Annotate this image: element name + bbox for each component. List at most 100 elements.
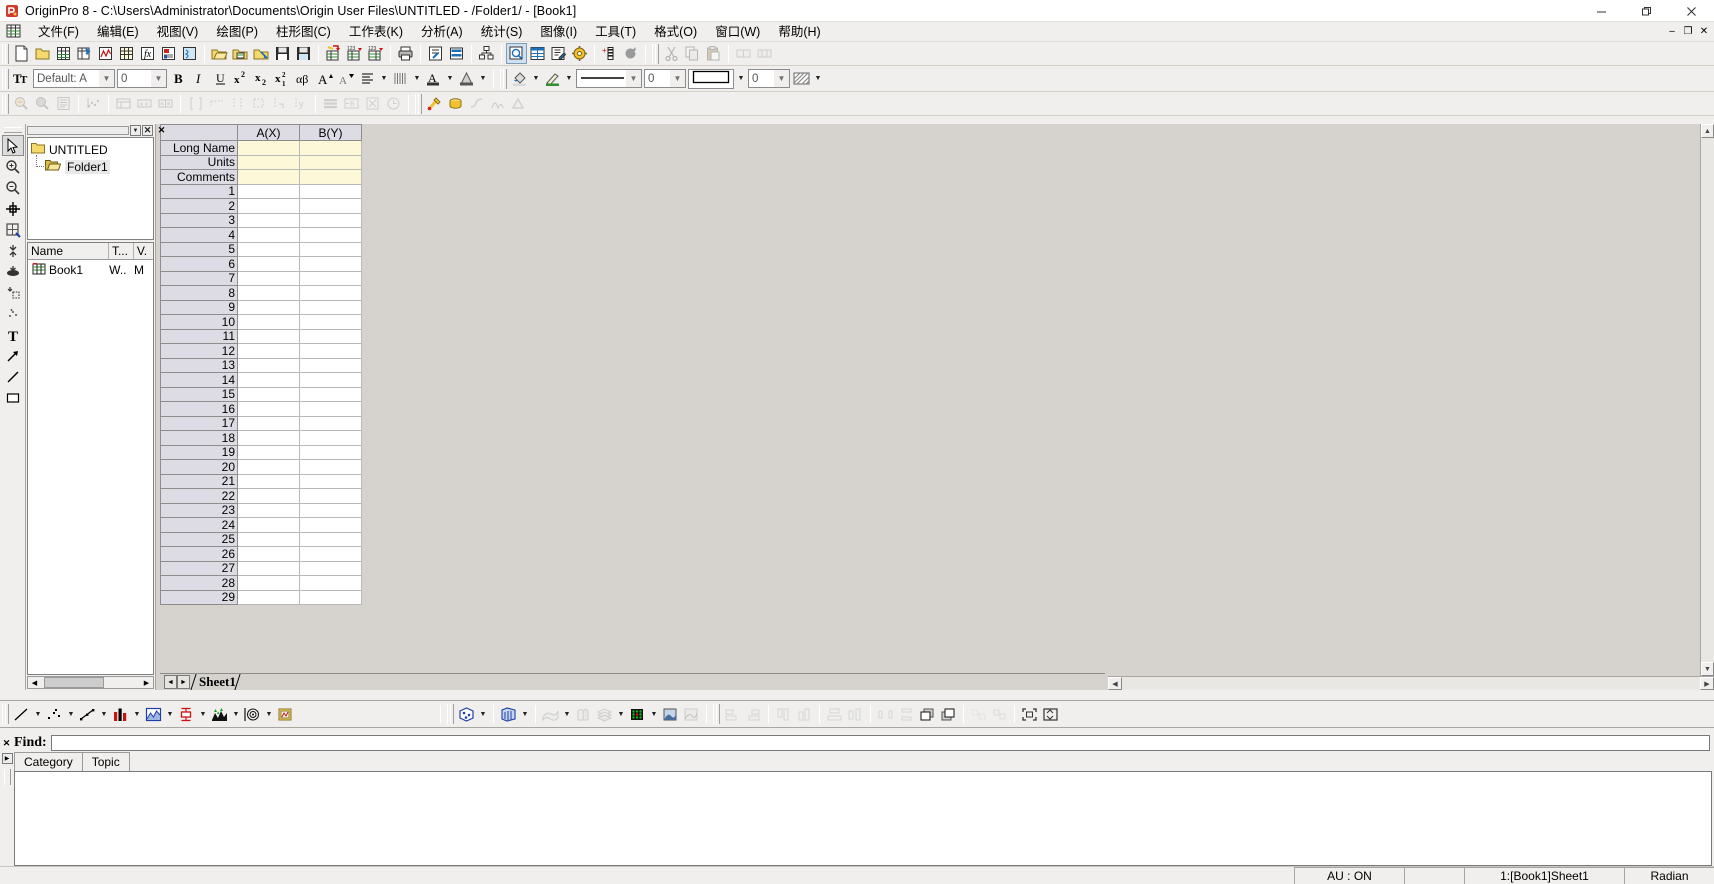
- menu-window[interactable]: 窗口(W): [706, 23, 769, 41]
- close-button[interactable]: [1669, 0, 1714, 22]
- new-project-icon[interactable]: [11, 43, 32, 64]
- scroll-left-icon[interactable]: ◀: [28, 677, 41, 688]
- set-as-y-icon[interactable]: [227, 93, 248, 114]
- worksheet-cell[interactable]: [238, 446, 300, 461]
- sheet-tab-next-icon[interactable]: ►: [177, 675, 190, 689]
- set-as-z-icon[interactable]: [248, 93, 269, 114]
- worksheet-grid[interactable]: A(X) B(Y) Long Name Units: [160, 124, 1105, 673]
- worksheet-cell[interactable]: [238, 431, 300, 446]
- refresh-icon[interactable]: [620, 43, 641, 64]
- worksheet-cell[interactable]: [238, 489, 300, 504]
- fit-page-to-layers-icon[interactable]: [1019, 704, 1040, 725]
- worksheet-row-header[interactable]: 9: [160, 301, 238, 316]
- layer-management-icon[interactable]: [476, 43, 497, 64]
- sheet-tab-prev-icon[interactable]: ◄: [164, 675, 177, 689]
- rectangle-tool[interactable]: [2, 387, 24, 408]
- 3d-wire-surface-icon[interactable]: [573, 704, 594, 725]
- worksheet-cell[interactable]: [238, 562, 300, 577]
- explorer-col-name[interactable]: Name: [28, 243, 109, 259]
- data-reader-tool[interactable]: [2, 219, 24, 240]
- worksheet-cell[interactable]: [300, 199, 362, 214]
- explorer-col-type[interactable]: T...: [109, 243, 134, 259]
- project-explorer-icon[interactable]: [425, 43, 446, 64]
- set-as-binary-icon[interactable]: B: [341, 93, 362, 114]
- quick-sigmoidal-fit-icon[interactable]: [466, 93, 487, 114]
- underline-button[interactable]: U: [210, 68, 231, 89]
- set-as-xerror-icon[interactable]: [269, 93, 290, 114]
- 3d-toolbar-grip[interactable]: [447, 704, 454, 724]
- toolbar-grip-2[interactable]: [652, 44, 659, 64]
- menu-view[interactable]: 视图(V): [148, 23, 208, 41]
- mdi-maximize-button[interactable]: ❐: [1680, 23, 1696, 39]
- line-color-dropdown-arrow-icon[interactable]: ▼: [563, 69, 575, 89]
- tools-palette-grip[interactable]: [4, 127, 22, 133]
- format-toolbar-grip[interactable]: [2, 69, 9, 89]
- copy-icon[interactable]: [682, 43, 703, 64]
- worksheet-col-a[interactable]: A(X): [238, 124, 300, 141]
- explorer-col-view[interactable]: V.: [134, 243, 153, 259]
- worksheet-cell[interactable]: [238, 228, 300, 243]
- line-spacing-button[interactable]: [390, 68, 411, 89]
- 3d-bar-dropdown-arrow-icon[interactable]: ▼: [519, 704, 531, 724]
- worksheet-cell[interactable]: [300, 562, 362, 577]
- find-tab-category[interactable]: Category: [14, 752, 83, 771]
- worksheet-cell[interactable]: [300, 315, 362, 330]
- workbook-close-icon[interactable]: ✕: [156, 125, 167, 136]
- worksheet-cell[interactable]: [238, 344, 300, 359]
- text-fx-button[interactable]: [456, 68, 477, 89]
- increase-font-button[interactable]: A: [315, 68, 336, 89]
- polar-plot-icon[interactable]: [242, 704, 263, 725]
- line-plot-dropdown-arrow-icon[interactable]: ▼: [32, 704, 44, 724]
- swap-columns-icon[interactable]: [155, 93, 176, 114]
- tree-node-untitled[interactable]: UNTITLED: [31, 141, 153, 158]
- save-template-icon[interactable]: [293, 43, 314, 64]
- reduce-rows-icon[interactable]: [362, 93, 383, 114]
- 3d-scatter-icon[interactable]: [456, 704, 477, 725]
- minimize-button[interactable]: [1579, 0, 1624, 22]
- chevron-down-icon-3[interactable]: ▼: [626, 70, 641, 87]
- 3d-layers-icon[interactable]: [594, 704, 615, 725]
- menu-column[interactable]: 柱形图(C): [267, 23, 340, 41]
- fill-pattern-combo[interactable]: 0 ▼: [748, 69, 790, 88]
- worksheet-cell[interactable]: [238, 214, 300, 229]
- menu-edit[interactable]: 编辑(E): [88, 23, 148, 41]
- area-plot-dropdown-arrow-icon[interactable]: ▼: [164, 704, 176, 724]
- show-mask-icon[interactable]: [53, 93, 74, 114]
- superscript-subscript-button[interactable]: x21: [273, 68, 294, 89]
- column-plot-dropdown-arrow-icon[interactable]: ▼: [131, 704, 143, 724]
- worksheet-row-header[interactable]: 16: [160, 402, 238, 417]
- worksheet-row-header[interactable]: 14: [160, 373, 238, 388]
- new-excel-icon[interactable]: [74, 43, 95, 64]
- align-top-icon[interactable]: [773, 704, 794, 725]
- zoom-in-tool[interactable]: [2, 156, 24, 177]
- menu-analysis[interactable]: 分析(A): [412, 23, 472, 41]
- scatter-tool[interactable]: [2, 303, 24, 324]
- worksheet-row-label-units[interactable]: Units: [160, 156, 238, 171]
- worksheet-row-header[interactable]: 15: [160, 388, 238, 403]
- worksheet-cell[interactable]: [238, 315, 300, 330]
- worksheet-cell[interactable]: [300, 576, 362, 591]
- ungroup-objects-icon[interactable]: [989, 704, 1010, 725]
- font-family-combo[interactable]: Default: A ▼: [33, 69, 115, 88]
- worksheet-cell[interactable]: [300, 170, 362, 185]
- worksheet-cell[interactable]: [238, 141, 300, 156]
- worksheet-cell[interactable]: [238, 359, 300, 374]
- worksheet-cell[interactable]: [238, 518, 300, 533]
- vertical-scroll-track[interactable]: [1701, 138, 1714, 662]
- pattern-fill-button[interactable]: [791, 68, 812, 89]
- worksheet-row-header[interactable]: 3: [160, 214, 238, 229]
- chevron-down-icon[interactable]: ▼: [99, 70, 114, 87]
- align-center-v-icon[interactable]: [845, 704, 866, 725]
- add-new-columns-icon[interactable]: [113, 93, 134, 114]
- pointer-tool[interactable]: [2, 135, 24, 156]
- worksheet-row-header[interactable]: 2: [160, 199, 238, 214]
- worksheet-row-header[interactable]: 26: [160, 547, 238, 562]
- mdi-close-button[interactable]: ✕: [1696, 23, 1712, 39]
- zoom-out-tool[interactable]: [2, 177, 24, 198]
- new-notes-icon[interactable]: [179, 43, 200, 64]
- worksheet-row-header[interactable]: 28: [160, 576, 238, 591]
- line-color-button[interactable]: [542, 68, 563, 89]
- style-toolbar-grip[interactable]: [500, 69, 507, 89]
- explorer-horizontal-scrollbar[interactable]: ◀ ▶: [27, 676, 154, 689]
- add-layer-icon[interactable]: +: [599, 43, 620, 64]
